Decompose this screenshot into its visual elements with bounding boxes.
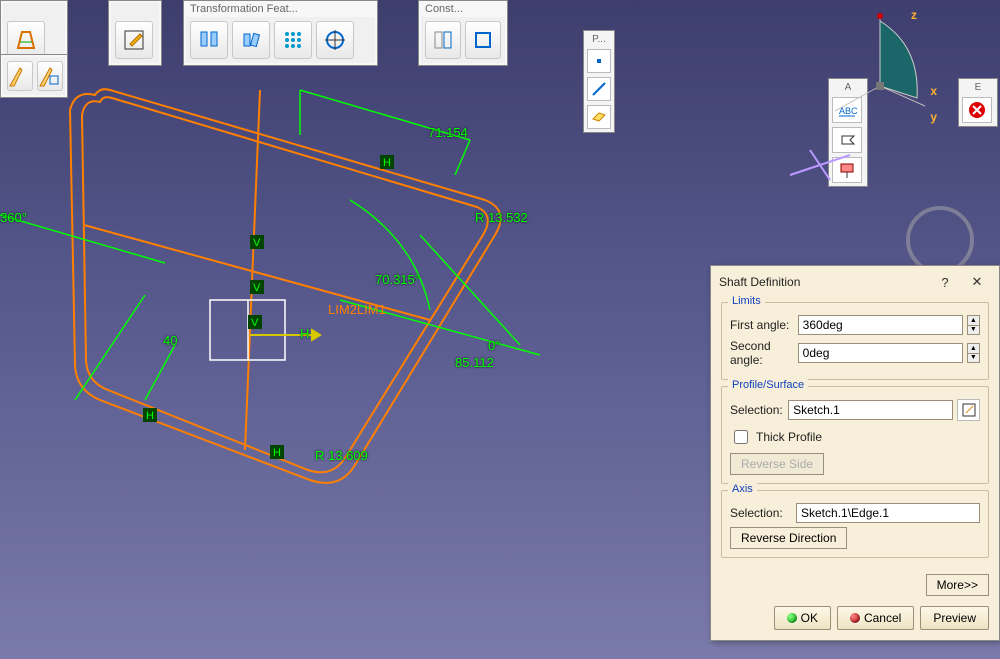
cancel-icon	[850, 613, 860, 623]
profile-selection-label: Selection:	[730, 403, 784, 417]
toolbar-title-construction: Const...	[421, 3, 505, 17]
svg-text:V: V	[253, 237, 261, 249]
error-toolbar-title: E	[962, 82, 994, 93]
axis-selection-input[interactable]	[796, 503, 980, 523]
svg-text:H: H	[383, 157, 391, 169]
svg-text:V: V	[251, 317, 259, 329]
ok-button[interactable]: OK	[774, 606, 831, 630]
reverse-direction-button[interactable]: Reverse Direction	[730, 527, 847, 549]
axis-x-label: x	[930, 84, 937, 98]
toolbar-title-transformation: Transformation Feat...	[186, 3, 375, 17]
ok-icon	[787, 613, 797, 623]
axis-group-label: Axis	[728, 483, 757, 495]
first-angle-label: First angle:	[730, 318, 794, 332]
sketch-selection-icon[interactable]	[957, 399, 980, 421]
first-angle-spinner[interactable]: ▲▼	[967, 315, 980, 335]
second-angle-input[interactable]	[798, 343, 963, 363]
more-button[interactable]: More>>	[926, 574, 989, 596]
cancel-button[interactable]: Cancel	[837, 606, 914, 630]
axis-z-label: z	[911, 8, 917, 22]
reverse-side-button: Reverse Side	[730, 453, 824, 475]
svg-text:H: H	[273, 447, 281, 459]
second-angle-label: Second angle:	[730, 339, 794, 367]
profile-selection-input[interactable]	[788, 400, 953, 420]
help-button[interactable]: ?	[931, 272, 959, 292]
axis-selection-label: Selection:	[730, 506, 792, 520]
close-button[interactable]: ✕	[963, 272, 991, 292]
second-angle-spinner[interactable]: ▲▼	[967, 343, 980, 363]
limits-group-label: Limits	[728, 295, 765, 307]
axis-y-label: y	[930, 110, 937, 124]
shaft-definition-dialog: Shaft Definition ? ✕ Limits First angle:…	[710, 265, 1000, 641]
error-icon[interactable]	[962, 97, 992, 123]
compass-gizmo[interactable]: z x y	[825, 6, 935, 126]
sketch-viewport[interactable]: H H V V H V	[0, 40, 620, 540]
thick-profile-label: Thick Profile	[756, 430, 822, 444]
dialog-title-text: Shaft Definition	[719, 275, 800, 289]
profile-group-label: Profile/Surface	[728, 379, 808, 391]
svg-text:V: V	[253, 282, 261, 294]
preview-button[interactable]: Preview	[920, 606, 989, 630]
svg-text:H: H	[146, 410, 154, 422]
first-angle-input[interactable]	[798, 315, 963, 335]
thick-profile-checkbox[interactable]	[734, 430, 748, 444]
